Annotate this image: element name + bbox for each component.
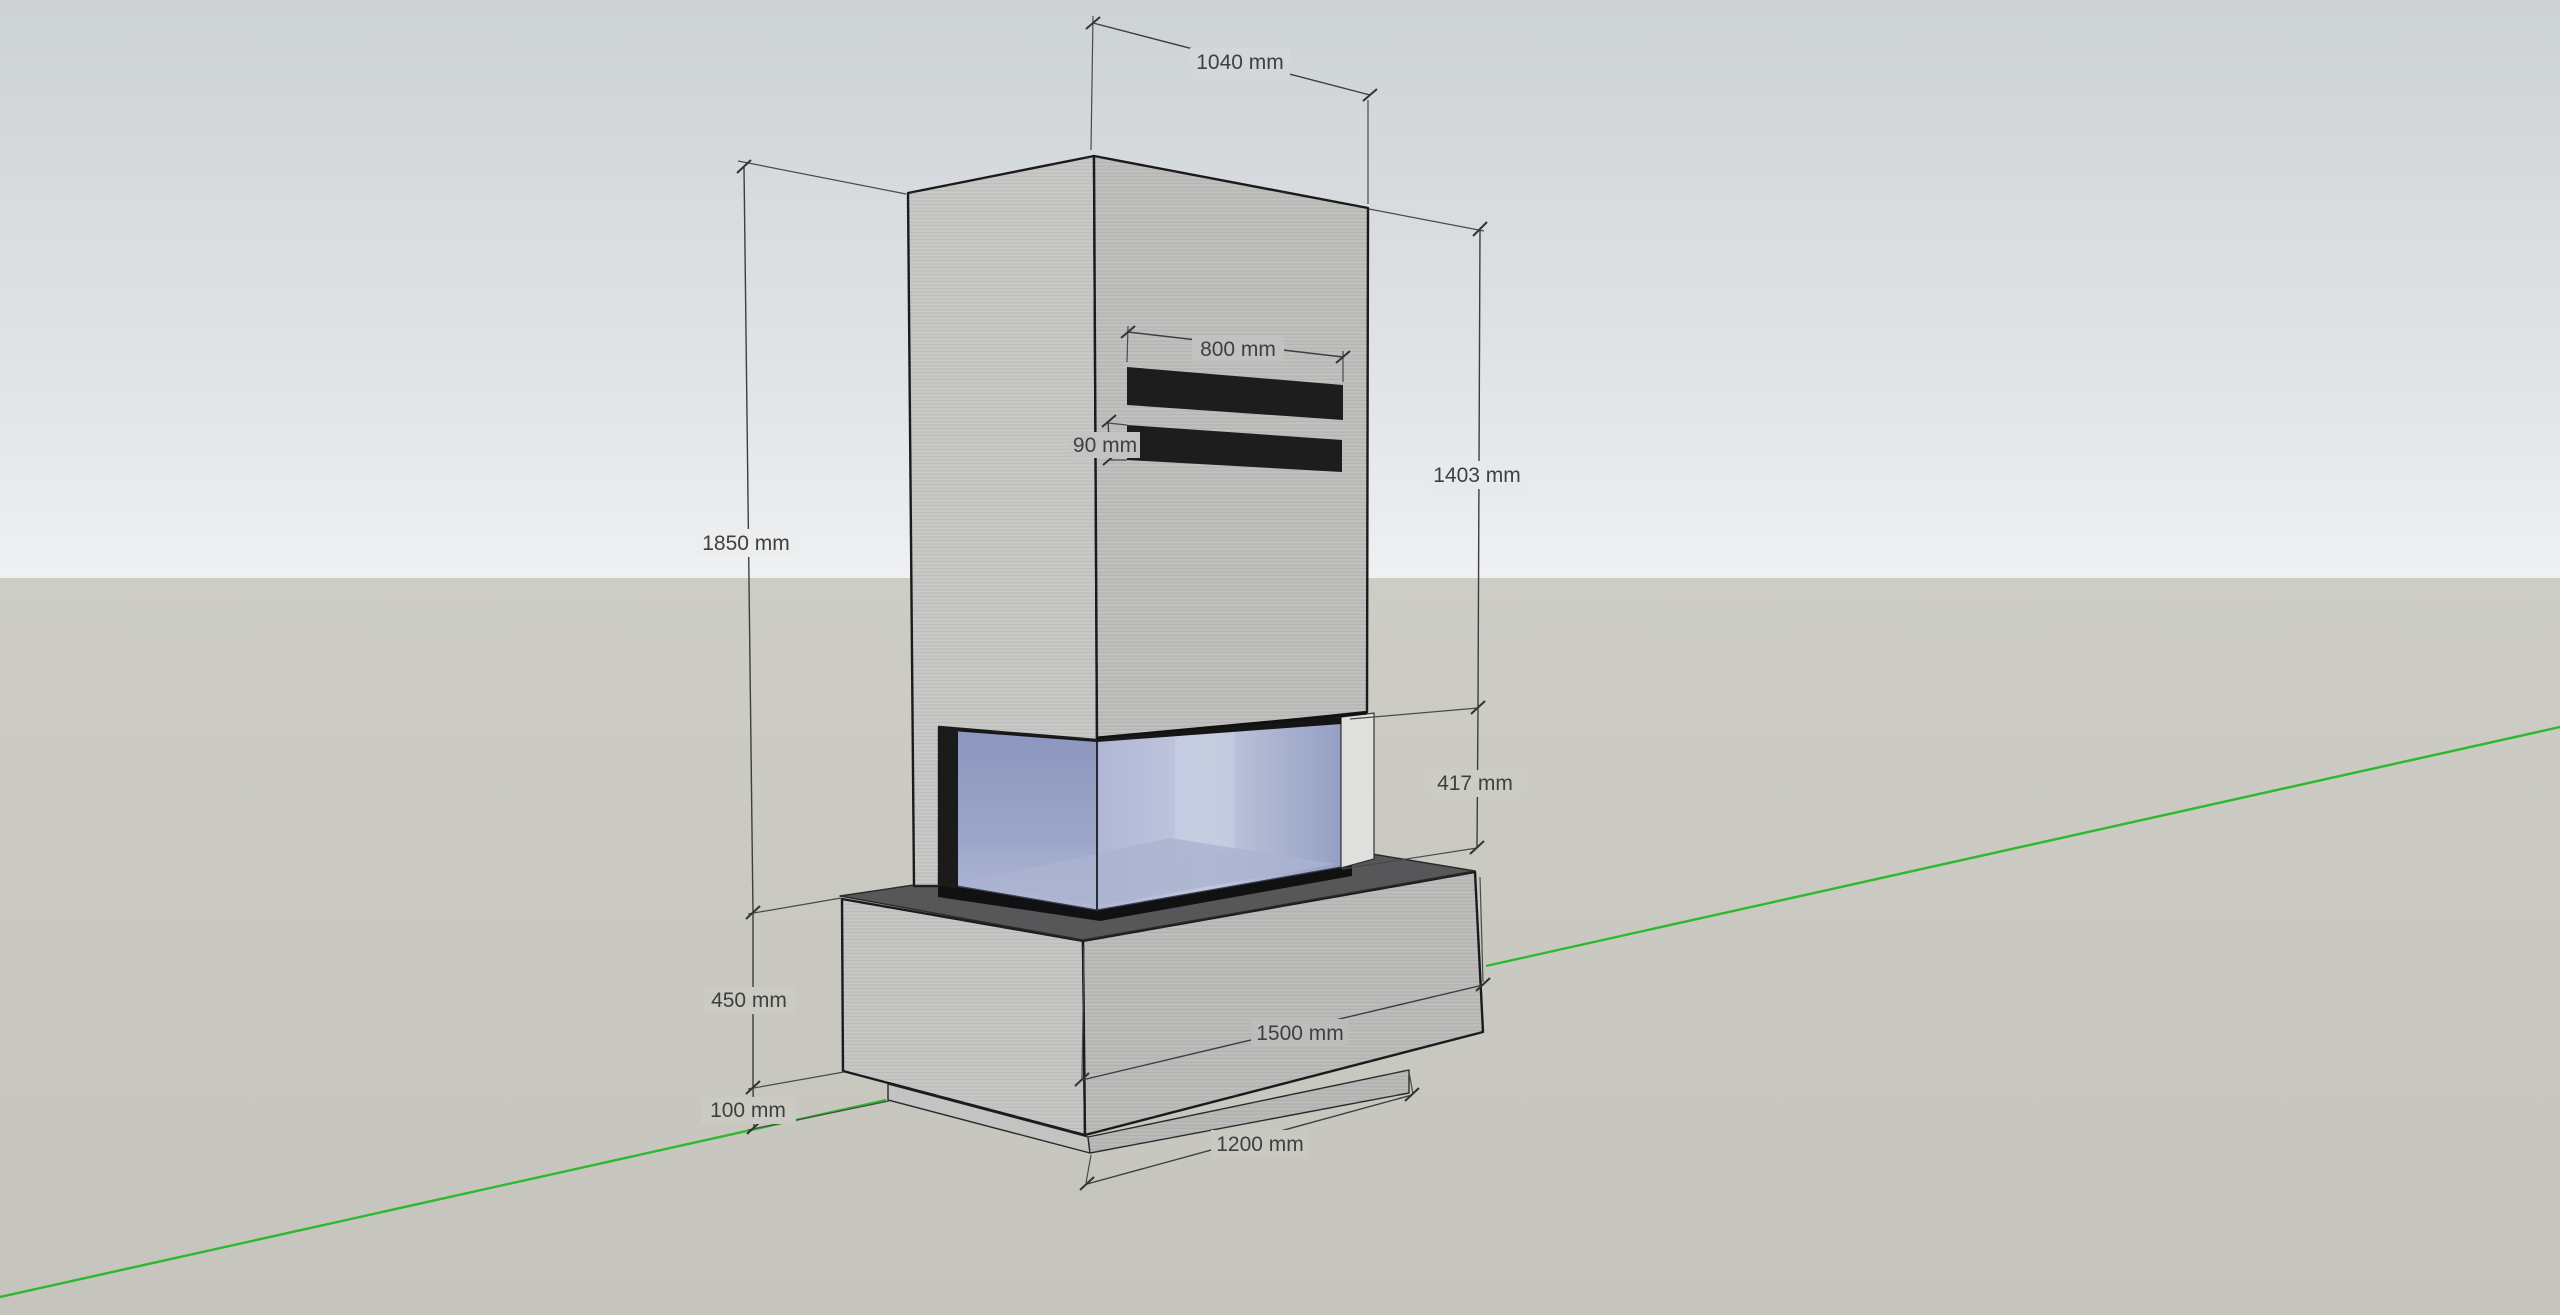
dimension-1500-label: 1500 mm [1256,1022,1344,1045]
firebox-frame-left-post [938,722,958,889]
dimension-1403-label: 1403 mm [1433,464,1521,487]
dimension-800-label: 800 mm [1200,338,1276,361]
firebox-right-jamb[interactable] [1340,712,1375,869]
dimension-417-label: 417 mm [1437,772,1513,795]
dimension-90-label: 90 mm [1073,434,1137,457]
dimension-1850-label: 1850 mm [702,532,790,555]
firebox-interior-back-wall-highlight [1175,723,1235,858]
dimension-100-label: 100 mm [710,1099,786,1122]
dimension-1040-label: 1040 mm [1196,51,1284,74]
model-viewport[interactable]: 1040 mm 800 mm 90 mm 1403 mm 417 mm 1850… [0,0,2560,1315]
dimension-450-label: 450 mm [711,989,787,1012]
dimension-1200-label: 1200 mm [1216,1133,1304,1156]
